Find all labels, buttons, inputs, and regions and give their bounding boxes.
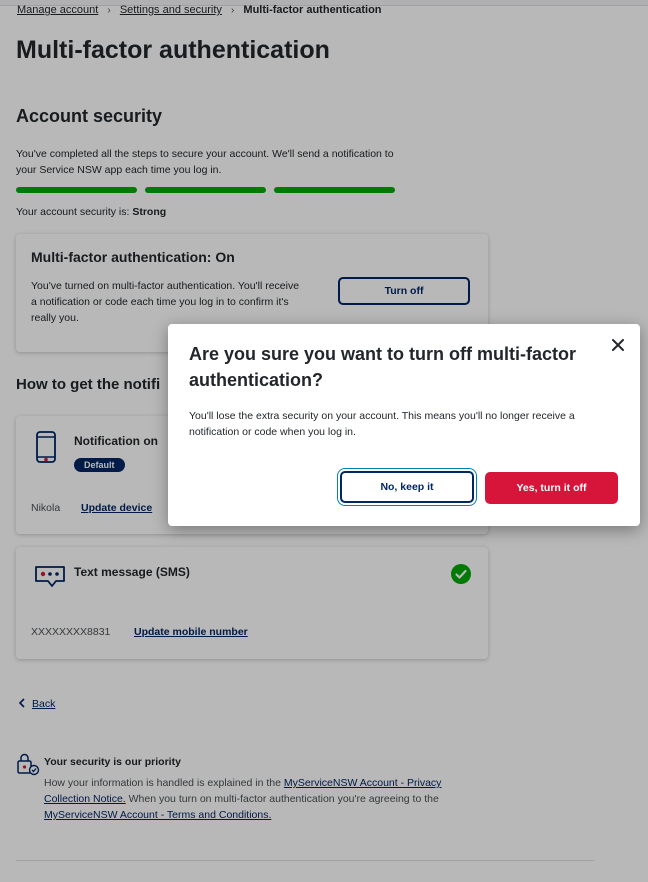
dialog-title: Are you sure you want to turn off multi-… xyxy=(189,344,577,390)
close-icon[interactable] xyxy=(610,337,626,353)
confirm-turn-off-button[interactable]: Yes, turn it off xyxy=(485,472,618,504)
keep-it-button[interactable]: No, keep it xyxy=(340,471,474,503)
dialog-body: You'll lose the extra security on your a… xyxy=(189,410,575,438)
turn-off-mfa-dialog: Are you sure you want to turn off multi-… xyxy=(168,324,640,526)
